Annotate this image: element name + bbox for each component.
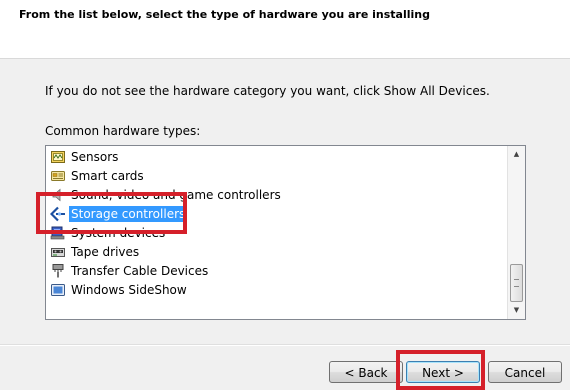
next-button[interactable]: Next > [406,361,480,383]
scroll-thumb[interactable] [510,264,523,302]
list-item-label: Sound, video and game controllers [71,188,281,202]
list-scrollbar[interactable]: ▲ ▼ [507,146,525,319]
list-item-storage-controllers[interactable]: Storage controllers [49,205,188,223]
transfer-cable-icon [50,263,66,279]
list-item-label: System devices [71,226,166,240]
list-item-label: Smart cards [71,169,144,183]
wizard-header: From the list below, select the type of … [0,0,570,59]
list-item-transfer-cable[interactable]: Transfer Cable Devices [50,262,210,280]
footer-divider [0,344,570,346]
sideshow-icon [50,282,66,298]
cancel-button[interactable]: Cancel [488,361,562,383]
instruction-text: If you do not see the hardware category … [45,84,490,98]
hardware-types-label: Common hardware types: [45,124,201,138]
storage-controller-icon [49,206,66,222]
smart-card-icon [50,168,66,184]
scroll-down-arrow-icon[interactable]: ▼ [508,302,525,319]
list-item-label: Windows SideShow [71,283,187,297]
list-item-system-devices[interactable]: System devices [50,224,167,242]
list-item-sound-video-game[interactable]: Sound, video and game controllers [50,186,283,204]
speaker-icon [50,187,66,203]
scroll-up-arrow-icon[interactable]: ▲ [508,146,525,163]
list-item-windows-sideshow[interactable]: Windows SideShow [50,281,189,299]
list-item-label: Transfer Cable Devices [71,264,209,278]
hardware-types-list[interactable]: Sensors Smart cards Sound, video and gam… [45,145,526,320]
list-item-label: Storage controllers [69,206,188,222]
list-item-sensors[interactable]: Sensors [50,148,120,166]
back-button[interactable]: < Back [329,361,403,383]
sensor-icon [50,149,66,165]
list-item-tape-drives[interactable]: Tape drives [50,243,141,261]
system-device-icon [50,225,66,241]
list-item-label: Tape drives [71,245,140,259]
wizard-title: From the list below, select the type of … [19,8,430,21]
list-item-smart-cards[interactable]: Smart cards [50,167,146,185]
tape-drive-icon [50,244,66,260]
list-item-label: Sensors [71,150,119,164]
